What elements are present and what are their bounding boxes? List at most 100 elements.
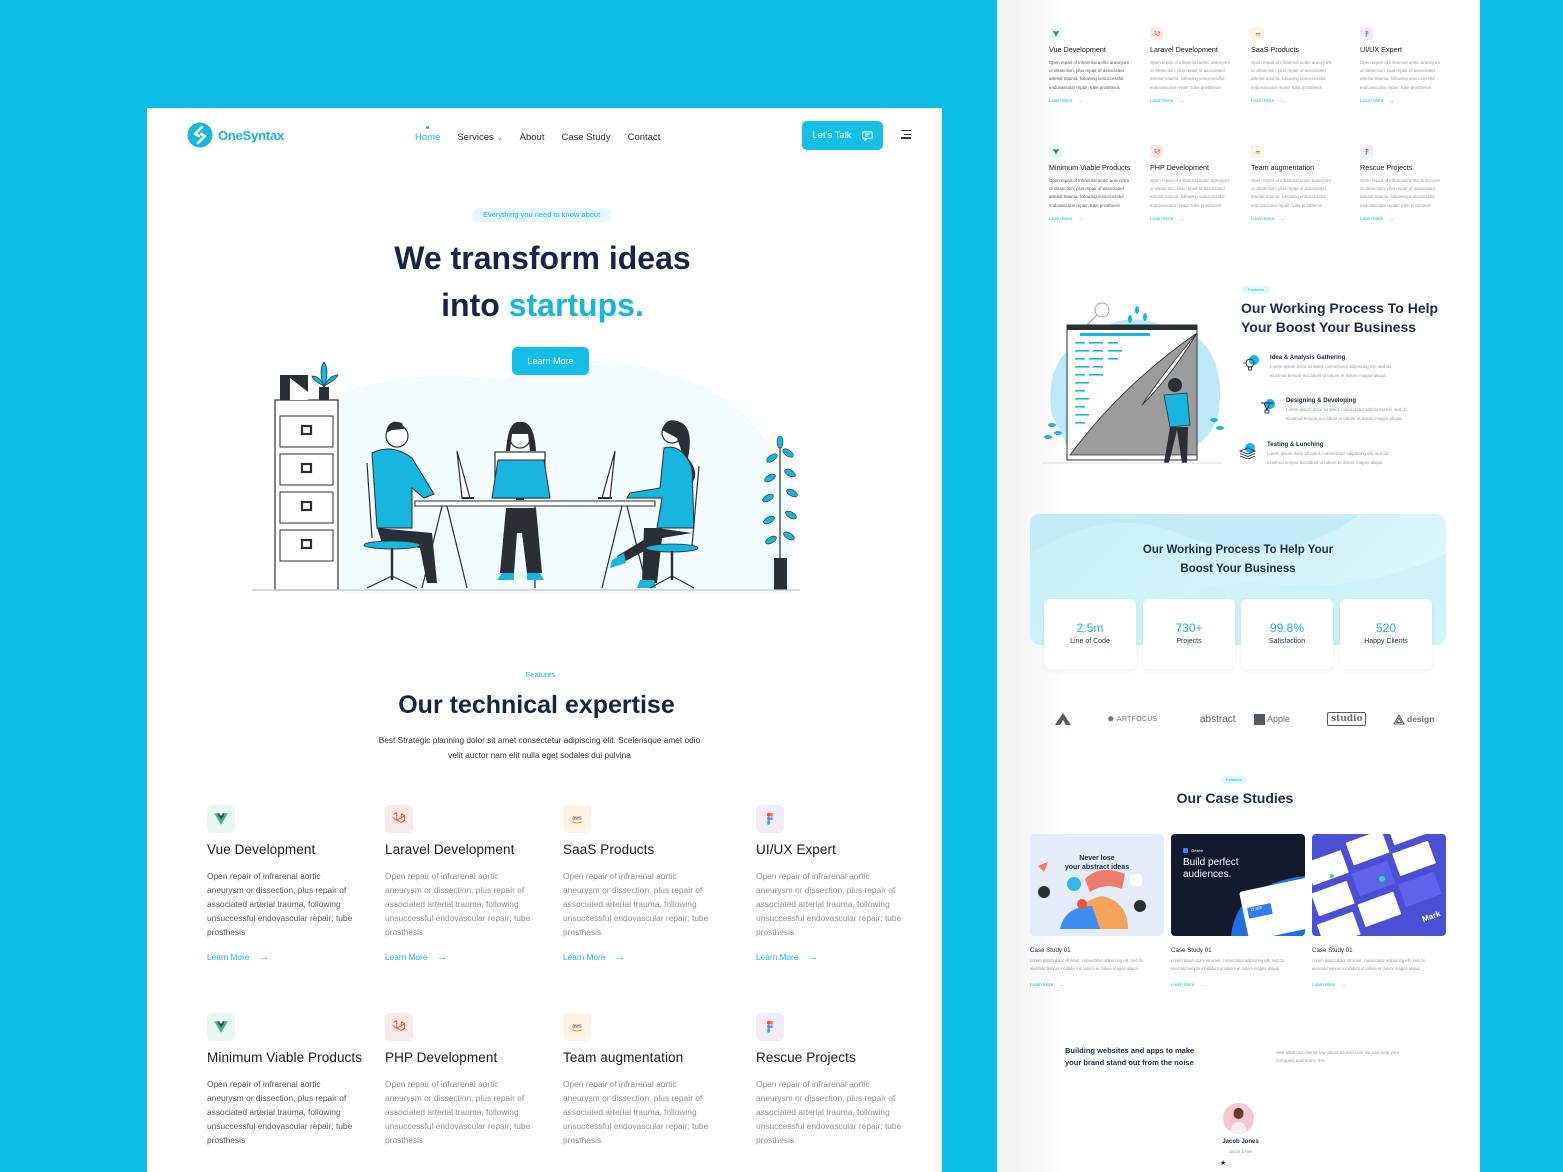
service-mini-learn-more-link[interactable]: Learn More → [1150,98,1250,103]
case-study-learn-more-link[interactable]: Learn More → [1171,982,1305,987]
case-study-card[interactable]: Never lose your abstract ideas Case Study… [1030,834,1164,987]
service-mini-learn-more-link[interactable]: Learn More → [1049,216,1149,221]
service-mini-card: Laravel Development Open repair of infrar… [1150,27,1250,103]
brand-name: studio [1331,714,1363,724]
stat-value: 99.8% [1269,621,1305,635]
service-mini-learn-more-link[interactable]: Learn More → [1150,216,1250,221]
nav-case-study[interactable]: Case Study [561,132,610,143]
case-study-title: Case Study 01 [1171,947,1212,954]
service-mini-card: aws Team augmentation Open repair of infra… [1251,145,1351,221]
expertise-card: Laravel Development Open repair of infrar… [385,805,560,963]
arrow-right-icon: → [1059,982,1065,987]
case-study-desc: Lorem ipsum dolor sit amet, consectetur … [1312,957,1446,973]
homepage-preview-secondary: Vue Development Open repair of infrarenal… [997,0,1480,1172]
process-title: Our Working Process To Help Your Boost Y… [1241,299,1471,337]
service-mini-card-icon [1360,27,1373,40]
brand-logo-a [1054,710,1072,728]
expertise-card-icon [207,805,235,833]
lightbulb-icon [1243,355,1259,371]
learn-more-label: Learn More [1171,982,1195,987]
service-mini-card-title: Rescue Projects [1360,163,1413,172]
vue-icon [1052,148,1059,155]
expertise-card-desc: Open repair of infrarenal aortic aneurys… [756,871,902,937]
case-study-thumbnail: Never lose your abstract ideas [1030,834,1164,936]
process-step-desc: Lorem ipsum dolor sit amet, consectetur … [1270,363,1430,380]
brand-logo-abstract: abstract [1200,710,1236,728]
case-study-learn-more-link[interactable]: Learn More → [1312,982,1446,987]
learn-more-label: Learn More [1150,215,1174,221]
nav-home[interactable]: Home [415,126,440,143]
testimonials-intro: See what our clients say about us and ho… [1276,1049,1426,1065]
brand-logo-studio: studio [1327,712,1367,726]
expertise-learn-more-link[interactable]: Learn More → [563,951,738,963]
process-title-line1: Our Working Process To Help [1241,300,1439,316]
nav-contact[interactable]: Contact [628,132,661,143]
service-mini-learn-more-link[interactable]: Learn More → [1360,216,1460,221]
hero-title: We transform ideas into startups. [147,235,940,329]
arrow-right-icon: → [1078,97,1084,103]
hero-title-line1: We transform ideas [394,240,691,276]
lets-talk-button[interactable]: Let's Talk [802,121,883,150]
brand-logo-artfocus: ✹ ARTFOCUS [1107,710,1158,728]
service-mini-card-title: UI/UX Expert [1360,45,1402,54]
client-logos: ✹ ARTFOCUS abstract Apple studio design [1050,710,1440,728]
case-studies-title: Our Case Studies [1176,790,1294,806]
case-study-desc-line1: Lorem ipsum dolor sit amet, consectetur … [1171,958,1285,963]
figma-icon [1365,30,1368,37]
features-subtitle-line1: Best Strategic planning dolor sit amet c… [378,735,701,745]
hamburger-icon[interactable] [901,130,911,139]
testimonials-intro-line2: company and team, too. [1276,1058,1326,1063]
service-mini-card-icon [1360,145,1373,158]
arrow-right-icon: → [807,951,819,963]
hero-learn-more-button[interactable]: Learn More [512,347,589,375]
aws-icon: aws [1255,150,1261,154]
learn-more-label: Learn More [563,952,606,962]
process-title-line2: Your Boost Your Business [1241,319,1417,335]
features-title: Our technical expertise [398,691,675,719]
expertise-learn-more-link[interactable]: Learn More → [756,951,931,963]
features-subtitle: Best Strategic planning dolor sit amet c… [147,733,932,763]
expertise-card-desc: Open repair of infrarenal aortic aneurys… [385,1079,531,1145]
stats-title-line1: Our Working Process To Help Your [1142,544,1334,556]
dashboard-art [1231,876,1305,936]
service-mini-learn-more-link[interactable]: Learn More → [1049,98,1149,103]
expertise-card-desc: Open repair of infrarenal aortic aneurys… [385,871,531,937]
avatar[interactable] [1223,1103,1254,1134]
learn-more-label: Learn More [1049,215,1073,221]
testimonials-heading-line2: your brand stand out from the noise [1065,1057,1194,1067]
expertise-learn-more-link[interactable]: Learn More → [385,951,560,963]
case-study-desc-line2: eiusmod tempor incididunt ut labore et d… [1312,966,1421,971]
service-mini-card-title: Vue Development [1049,45,1106,54]
hero-title-accent: startups. [508,287,644,323]
nav-about[interactable]: About [520,132,545,143]
nav-contact-label: Contact [627,132,661,143]
arrow-right-icon: → [1341,982,1347,987]
nav-services[interactable]: Services ⌄ [457,132,502,143]
arrow-right-icon: → [1280,97,1286,103]
testimonials-intro-line1: See what our clients say about us and ho… [1276,1050,1400,1055]
process-step-desc: Lorem ipsum dolor sit amet, consectetur … [1286,406,1446,423]
logo[interactable]: OneSyntax [187,122,284,148]
features-subtitle-line2: velit auctor nam elit nulla eget sodales… [448,750,631,760]
process-pill: Features [1242,286,1270,294]
learn-more-label: Learn More [756,952,799,962]
design-pen-icon [1261,399,1275,414]
service-mini-learn-more-link[interactable]: Learn More → [1251,216,1351,221]
expertise-card: aws SaaS Products Open repair of infrarena… [563,805,738,963]
svg-text:aws: aws [572,1024,582,1030]
laravel-icon [392,812,406,823]
service-mini-card-icon [1150,145,1163,158]
arrow-right-icon: → [1179,215,1185,221]
brand-name: abstract [1200,713,1236,725]
expertise-card-title: Laravel Development [385,842,515,857]
stat-value: 2.5m [1076,621,1104,635]
case-study-card[interactable]: Clearbit Build perfect audiences. 12,800 … [1171,834,1305,987]
expertise-card-icon [385,805,413,833]
expertise-learn-more-link[interactable]: Learn More → [207,951,382,963]
features-label: Features [525,670,556,679]
case-study-card[interactable]: Mark Case Study 01 Lorem ipsum dolor sit… [1312,834,1446,987]
case-study-desc-line1: Lorem ipsum dolor sit amet, consectetur … [1030,958,1144,963]
case-study-learn-more-link[interactable]: Learn More → [1030,982,1164,987]
service-mini-learn-more-link[interactable]: Learn More → [1360,98,1460,103]
service-mini-learn-more-link[interactable]: Learn More → [1251,98,1351,103]
